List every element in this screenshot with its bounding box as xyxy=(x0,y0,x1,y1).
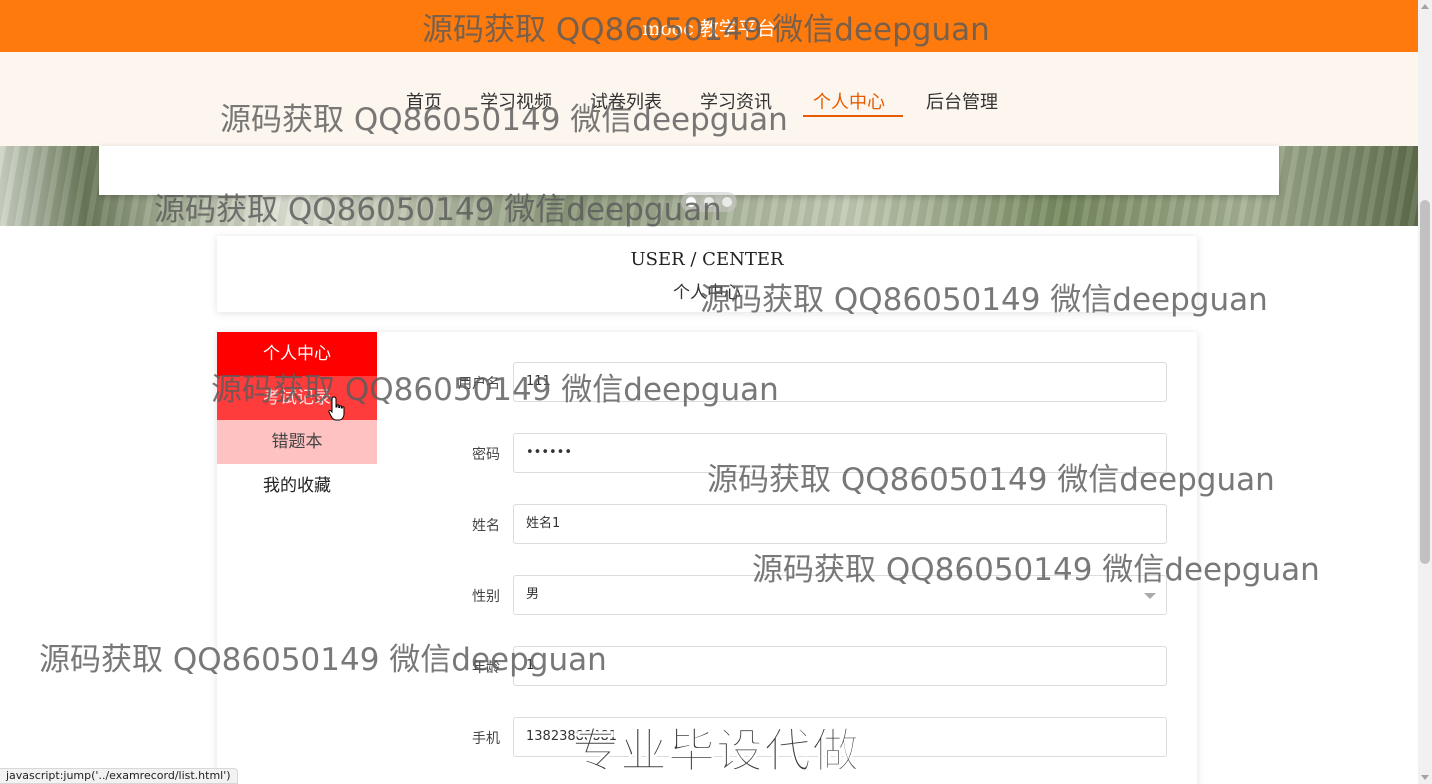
side-item-favorites[interactable]: 我的收藏 xyxy=(217,464,377,508)
gender-select-value: 男 xyxy=(526,587,540,602)
watermark: 源码获取 QQ86050149 微信deepguan xyxy=(211,372,779,408)
phone-label: 手机 xyxy=(472,731,500,747)
nav-active-underline xyxy=(803,115,903,117)
scroll-up-icon[interactable] xyxy=(1421,4,1429,9)
page-scrollbar[interactable] xyxy=(1418,0,1432,784)
watermark: 源码获取 QQ86050149 微信deepguan xyxy=(422,12,990,48)
name-label: 姓名 xyxy=(472,518,500,534)
scroll-down-icon[interactable] xyxy=(1421,775,1429,780)
watermark: 源码获取 QQ86050149 微信deepguan xyxy=(752,552,1320,588)
user-center-title-en: USER / CENTER xyxy=(630,249,784,270)
select-arrow-icon xyxy=(1144,593,1156,599)
browser-status-bar: javascript:jump('../examrecord/list.html… xyxy=(0,768,238,784)
hand-pointer-icon xyxy=(328,396,345,421)
age-field[interactable]: 1 xyxy=(513,646,1167,686)
watermark: 源码获取 QQ86050149 微信deepguan xyxy=(700,282,1268,318)
nav-item-user-center[interactable]: 个人中心 xyxy=(813,88,885,114)
name-field[interactable]: 姓名1 xyxy=(513,504,1167,544)
gender-label: 性别 xyxy=(472,589,500,605)
side-item-wrong-questions[interactable]: 错题本 xyxy=(217,420,377,464)
password-label: 密码 xyxy=(472,447,500,463)
watermark: 源码获取 QQ86050149 微信deepguan xyxy=(707,462,1275,498)
scroll-thumb[interactable] xyxy=(1420,200,1430,564)
watermark: 源码获取 QQ86050149 微信deepguan xyxy=(39,642,607,678)
promo-watermark: 专业毕设代做 xyxy=(572,724,860,780)
watermark: 源码获取 QQ86050149 微信deepguan xyxy=(154,192,722,228)
carousel-dot[interactable] xyxy=(722,197,732,207)
watermark: 源码获取 QQ86050149 微信deepguan xyxy=(220,102,788,138)
nav-item-admin[interactable]: 后台管理 xyxy=(926,88,998,114)
side-menu: 个人中心 考试记录 错题本 我的收藏 xyxy=(217,332,377,508)
